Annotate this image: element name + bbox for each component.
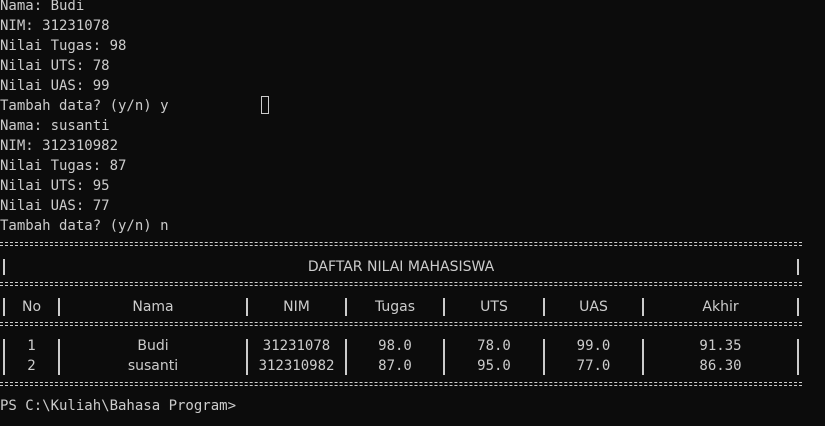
cell-no: 2: [27, 358, 36, 374]
console-line: NIM: 312310982: [0, 138, 119, 154]
column-separator: [797, 339, 799, 375]
cell-tugas: 87.0: [378, 358, 412, 374]
column-header-uts: UTS: [480, 299, 508, 315]
cell-uts: 78.0: [477, 338, 511, 354]
table-border-rule: [0, 380, 802, 388]
column-header-uas: UAS: [579, 299, 608, 315]
console-line: Nilai UTS: 95: [0, 178, 110, 194]
shell-prompt[interactable]: PS C:\Kuliah\Bahasa Program>: [0, 396, 236, 416]
console-line: Nilai Tugas: 98: [0, 38, 127, 54]
cell-uts: 95.0: [477, 358, 511, 374]
cell-tugas: 98.0: [378, 338, 412, 354]
cell-no: 1: [27, 338, 36, 354]
column-separator: [797, 298, 799, 316]
column-header-akhir: Akhir: [702, 299, 739, 315]
table-border-rule: [0, 240, 802, 248]
cell-uas: 99.0: [576, 338, 611, 354]
console-line: Nilai UAS: 99: [0, 78, 110, 94]
cell-uas: 77.0: [576, 358, 611, 374]
cell-akhir: 86.30: [699, 358, 742, 374]
console-line: Nilai Tugas: 87: [0, 158, 127, 174]
cell-akhir: 91.35: [699, 338, 742, 354]
console-line: NIM: 31231078: [0, 18, 110, 34]
column-header-nama: Nama: [132, 299, 174, 315]
console-line: Nama: Budi: [0, 0, 85, 14]
console-line: Nama: susanti: [0, 118, 110, 134]
cell-nim: 31231078: [262, 338, 331, 354]
table-border-right: [797, 259, 799, 275]
column-header-nim: NIM: [283, 299, 310, 315]
column-header-no: No: [21, 299, 42, 315]
cell-nim: 312310982: [258, 358, 335, 374]
table-border-rule: [0, 280, 802, 288]
console-line: Tambah data? (y/n) n: [0, 218, 169, 234]
cell-nama: Budi: [137, 338, 169, 354]
text-cursor: [261, 96, 269, 114]
console-line: Tambah data? (y/n) y: [0, 98, 169, 114]
column-header-tugas: Tugas: [374, 299, 416, 315]
cell-nama: susanti: [127, 358, 179, 374]
table-border-rule: [0, 320, 802, 328]
table-title: DAFTAR NILAI MAHASISWA: [307, 259, 495, 275]
console-line: Nilai UAS: 77: [0, 198, 110, 214]
console-line: Nilai UTS: 78: [0, 58, 110, 74]
